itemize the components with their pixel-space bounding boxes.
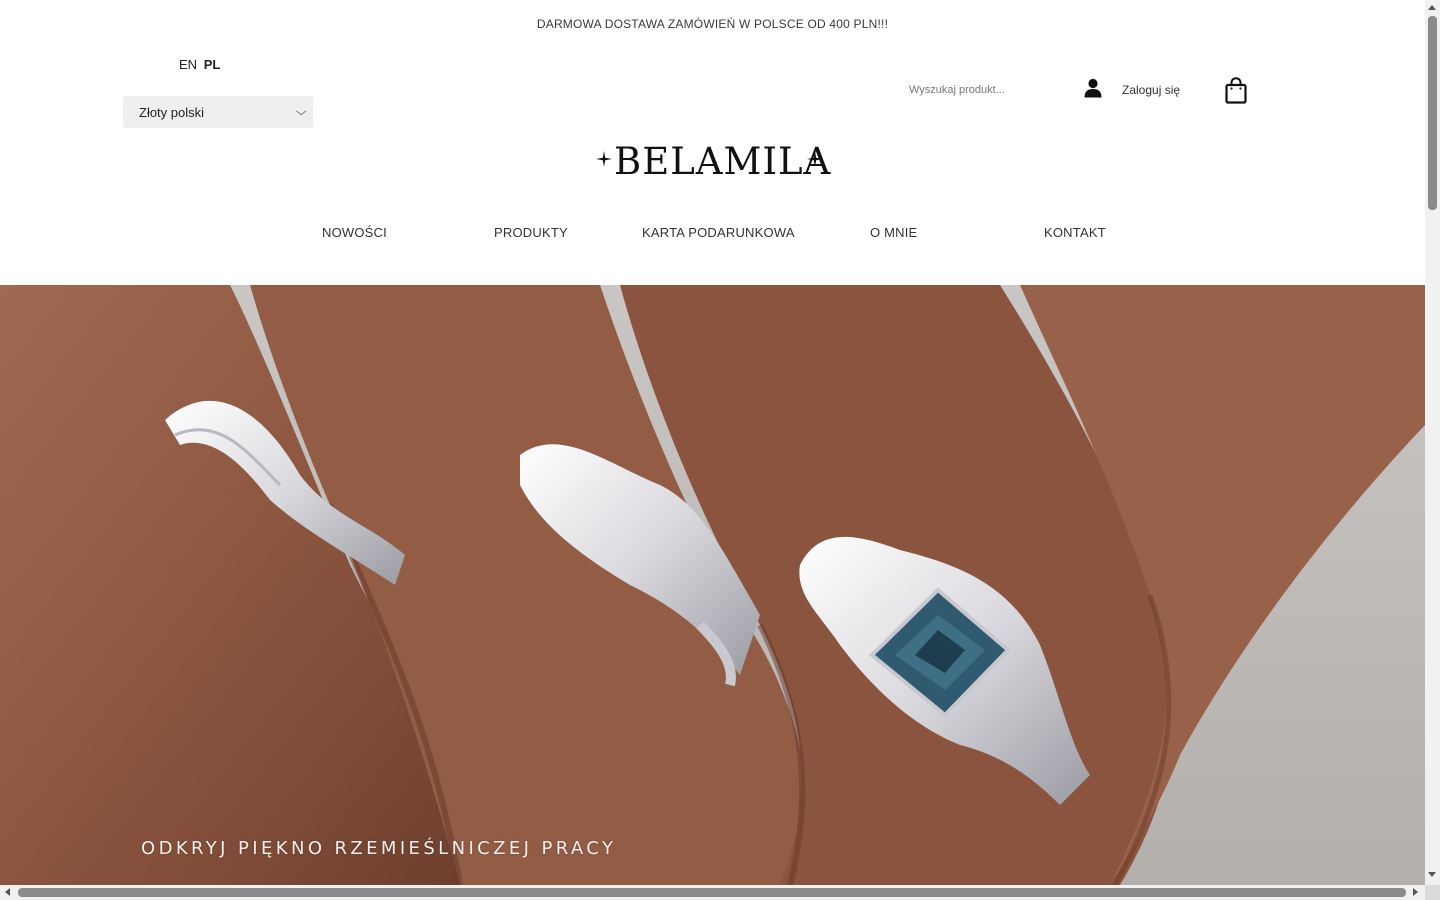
promo-banner: DARMOWA DOSTAWA ZAMÓWIEŃ W POLSCE OD 400… (536, 17, 889, 31)
currency-select[interactable]: Złoty polski ⌵ (123, 96, 313, 128)
nav-item-o-mnie[interactable]: O MNIE (870, 225, 917, 240)
scroll-left-arrow-icon[interactable] (5, 888, 10, 896)
language-en[interactable]: EN (179, 57, 197, 72)
logo[interactable]: BELAMILA (594, 138, 832, 186)
logo-text: BELAMILA (614, 140, 832, 183)
sparkle-icon (596, 151, 612, 167)
page: DARMOWA DOSTAWA ZAMÓWIEŃ W POLSCE OD 400… (0, 0, 1425, 885)
hero-image (0, 285, 1425, 885)
login-link[interactable]: Zaloguj się (1122, 83, 1180, 97)
vertical-scrollbar[interactable] (1425, 0, 1440, 885)
language-pl[interactable]: PL (204, 57, 221, 72)
chevron-down-icon: ⌵ (295, 105, 307, 118)
hero-banner[interactable]: ODKRYJ PIĘKNO RZEMIEŚLNICZEJ PRACY (0, 285, 1425, 885)
main-navigation: NOWOŚCI PRODUKTY KARTA PODARUNKOWA O MNI… (0, 225, 1425, 245)
nav-item-produkty[interactable]: PRODUKTY (494, 225, 568, 240)
horizontal-scrollbar[interactable] (0, 885, 1425, 900)
sparkle-icon (807, 151, 823, 167)
nav-item-nowosci[interactable]: NOWOŚCI (322, 225, 387, 240)
currency-selected-value: Złoty polski (139, 104, 205, 120)
vertical-scrollbar-thumb[interactable] (1428, 16, 1437, 210)
scrollbar-corner (1425, 885, 1440, 900)
nav-item-kontakt[interactable]: KONTAKT (1044, 225, 1106, 240)
scroll-down-arrow-icon[interactable] (1428, 872, 1436, 877)
scroll-up-arrow-icon[interactable] (1428, 5, 1436, 10)
horizontal-scrollbar-thumb[interactable] (18, 888, 1406, 897)
user-icon[interactable] (1084, 78, 1102, 98)
search-input[interactable] (902, 81, 1076, 99)
hero-tagline: ODKRYJ PIĘKNO RZEMIEŚLNICZEJ PRACY (141, 838, 617, 859)
nav-item-karta-podarunkowa[interactable]: KARTA PODARUNKOWA (642, 225, 795, 240)
scroll-right-arrow-icon[interactable] (1413, 888, 1418, 896)
shopping-bag-icon[interactable] (1225, 77, 1247, 104)
language-switcher: EN PL (179, 57, 220, 72)
